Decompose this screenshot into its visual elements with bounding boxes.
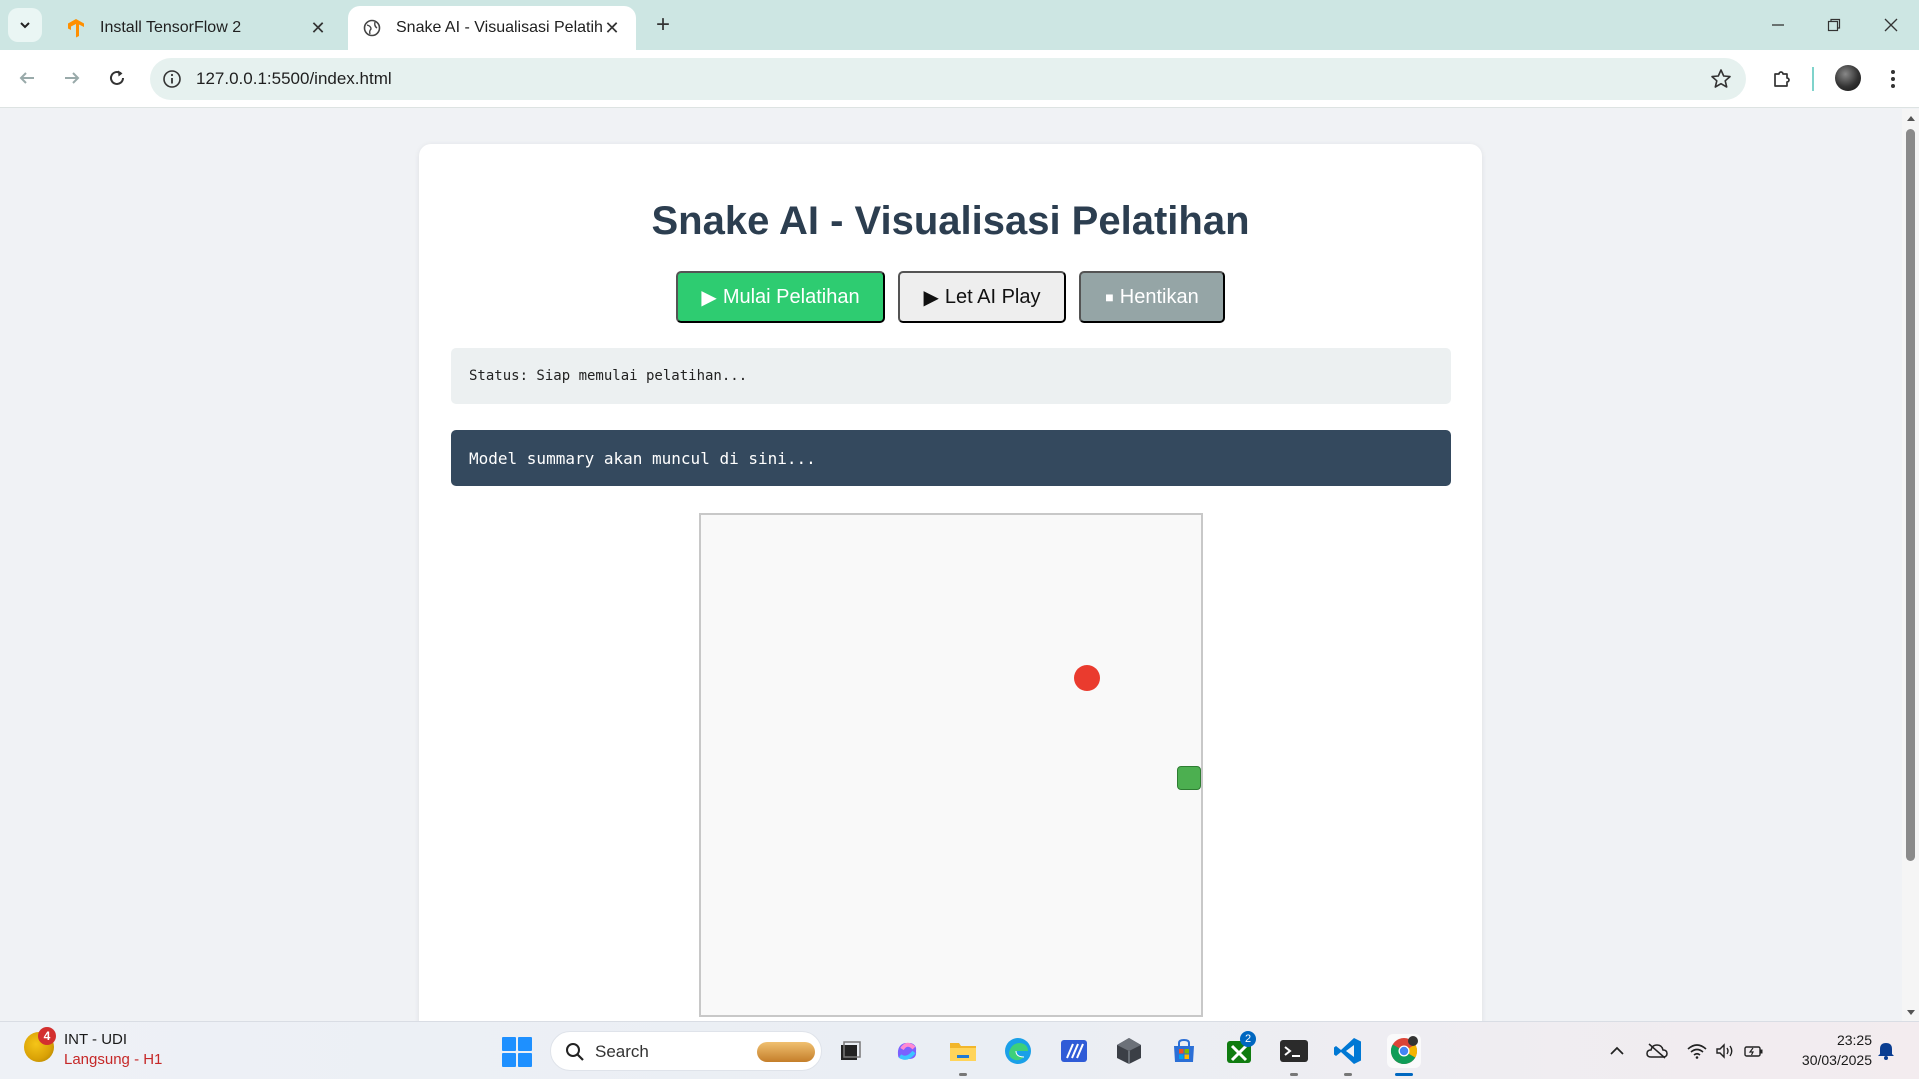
start-training-label: Mulai Pelatihan [722, 285, 860, 308]
play-icon: ▶ [923, 286, 939, 309]
start-training-button[interactable]: ▶ Mulai Pelatihan [676, 271, 885, 323]
stop-label: Hentikan [1119, 285, 1199, 308]
page-viewport: Snake AI - Visualisasi Pelatihan ▶ Mulai… [0, 109, 1902, 1021]
close-icon [1884, 18, 1898, 32]
running-indicator [1290, 1073, 1298, 1076]
clock-time[interactable]: 23:25 [1820, 1032, 1872, 1048]
tensorflow-icon [66, 18, 86, 38]
url-text: 127.0.0.1:5500/index.html [196, 69, 392, 88]
powerautomate-icon[interactable] [1057, 1034, 1091, 1068]
taskbar-search-box[interactable]: Search [550, 1031, 822, 1071]
show-hidden-icons-icon[interactable] [1606, 1040, 1628, 1062]
game-canvas[interactable] [699, 513, 1203, 1017]
minimize-button[interactable] [1763, 10, 1793, 40]
new-tab-button[interactable]: + [650, 11, 676, 38]
tab-install-tensorflow[interactable]: Install TensorFlow 2 ✕ [52, 6, 342, 50]
food-apple [1074, 665, 1100, 691]
scroll-down-icon[interactable] [1905, 1007, 1916, 1018]
arrow-left-icon [19, 72, 34, 84]
restore-icon [1827, 18, 1841, 32]
scroll-up-icon[interactable] [1905, 112, 1916, 123]
search-highlight-image [757, 1042, 815, 1062]
windows-taskbar: 4 INT - UDI Langsung - H1 Search 2 23:25… [0, 1021, 1919, 1079]
profile-avatar[interactable] [1835, 65, 1861, 91]
search-placeholder: Search [595, 1042, 649, 1061]
news-widget-subtitle[interactable]: Langsung - H1 [64, 1051, 162, 1068]
chrome-icon[interactable] [1387, 1034, 1421, 1068]
address-bar[interactable]: 127.0.0.1:5500/index.html [150, 58, 1746, 100]
tab-label: Install TensorFlow 2 [100, 19, 242, 36]
clock-date[interactable]: 30/03/2025 [1780, 1052, 1872, 1068]
windows-start-icon[interactable] [502, 1037, 532, 1067]
microsoft-store-icon[interactable] [1167, 1034, 1201, 1068]
browser-toolbar: 127.0.0.1:5500/index.html [0, 50, 1919, 108]
globe-icon [362, 18, 382, 38]
news-widget-title[interactable]: INT - UDI [64, 1031, 127, 1048]
copilot-icon[interactable] [890, 1034, 924, 1068]
wifi-icon[interactable] [1686, 1040, 1708, 1062]
running-indicator [959, 1073, 967, 1076]
search-icon [566, 1043, 584, 1061]
terminal-icon[interactable] [1277, 1034, 1311, 1068]
let-ai-play-label: Let AI Play [944, 285, 1041, 308]
page-scrollbar[interactable] [1902, 109, 1919, 1021]
kebab-menu-icon [1891, 70, 1895, 88]
browser-tab-bar: Install TensorFlow 2 ✕ Snake AI - Visual… [0, 0, 1919, 50]
xbox-badge: 2 [1240, 1031, 1256, 1047]
restore-button[interactable] [1819, 10, 1849, 40]
onedrive-icon[interactable] [1646, 1040, 1668, 1062]
close-tab-icon[interactable]: ✕ [308, 18, 328, 38]
forward-button[interactable] [56, 62, 88, 94]
task-view-icon[interactable] [833, 1034, 867, 1068]
close-window-button[interactable] [1876, 10, 1906, 40]
main-card: Snake AI - Visualisasi Pelatihan ▶ Mulai… [419, 144, 1482, 1021]
volume-icon[interactable] [1714, 1040, 1736, 1062]
edge-icon[interactable] [1001, 1034, 1035, 1068]
model-summary-box: Model summary akan muncul di sini... [451, 430, 1451, 486]
minimize-icon [1772, 24, 1784, 26]
battery-icon[interactable] [1743, 1040, 1765, 1062]
tab-label: Snake AI - Visualisasi Pelatihan [396, 19, 602, 36]
play-icon: ▶ [701, 286, 717, 309]
puzzle-icon [1774, 71, 1790, 87]
site-info-icon[interactable] [162, 69, 182, 89]
vscode-icon[interactable] [1331, 1034, 1365, 1068]
reload-icon [110, 70, 124, 85]
let-ai-play-button[interactable]: ▶ Let AI Play [898, 271, 1066, 323]
tab-snake-ai[interactable]: Snake AI - Visualisasi Pelatihan ✕ [348, 6, 636, 50]
news-badge: 4 [38, 1027, 56, 1045]
arrow-right-icon [65, 72, 80, 84]
back-button[interactable] [11, 62, 43, 94]
close-tab-icon[interactable]: ✕ [602, 18, 622, 38]
3d-app-icon[interactable] [1112, 1034, 1146, 1068]
file-explorer-icon[interactable] [946, 1034, 980, 1068]
snake-head [1177, 766, 1201, 790]
notification-bell-icon[interactable] [1875, 1039, 1897, 1061]
toolbar-divider [1812, 67, 1814, 91]
stop-icon: ■ [1105, 289, 1114, 305]
active-indicator [1395, 1073, 1413, 1076]
chevron-down-icon [20, 22, 30, 29]
page-title: Snake AI - Visualisasi Pelatihan [651, 199, 1250, 243]
reload-button[interactable] [101, 62, 133, 94]
stop-button[interactable]: ■ Hentikan [1079, 271, 1225, 323]
status-box: Status: Siap memulai pelatihan... [451, 348, 1451, 404]
scrollbar-thumb[interactable] [1906, 129, 1915, 861]
browser-menu-button[interactable] [1878, 64, 1908, 94]
bookmark-star-icon[interactable] [1710, 68, 1732, 90]
running-indicator [1344, 1073, 1352, 1076]
status-text: Status: Siap memulai pelatihan... [469, 368, 748, 384]
tab-search-button[interactable] [8, 8, 42, 42]
model-summary-text: Model summary akan muncul di sini... [469, 448, 816, 468]
extensions-button[interactable] [1767, 64, 1797, 94]
